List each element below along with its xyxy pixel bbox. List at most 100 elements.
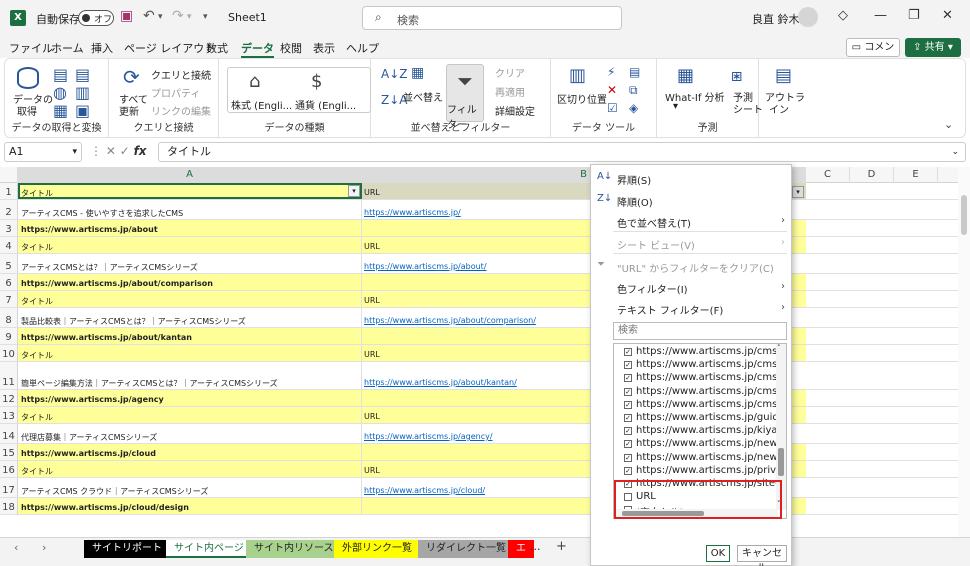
- column-header-a[interactable]: A: [18, 167, 362, 183]
- text-filter-item[interactable]: テキスト フィルター(F): [617, 302, 723, 317]
- checkbox[interactable]: ✓: [624, 414, 632, 422]
- select-all-corner[interactable]: [0, 167, 18, 183]
- name-box[interactable]: A1 ▾: [4, 142, 82, 162]
- list-item[interactable]: ✓ https://www.artiscms.jp/guide/: [614, 412, 786, 425]
- sheet-tab[interactable]: リダイレクト一覧: [418, 540, 514, 558]
- checkbox[interactable]: ✓: [624, 453, 632, 462]
- column-header-e[interactable]: E: [894, 167, 938, 183]
- checkbox[interactable]: ✓: [624, 361, 632, 370]
- tab-view[interactable]: 表示: [313, 40, 335, 56]
- filter-search-input[interactable]: 検索: [613, 322, 787, 340]
- sort-ascending-item[interactable]: 昇順(S): [617, 172, 651, 187]
- cell-a[interactable]: タイトル: [18, 291, 362, 307]
- clear-button[interactable]: クリア: [495, 65, 525, 80]
- search-box[interactable]: ⌕ 検索: [362, 6, 622, 30]
- more-sheets-icon[interactable]: ...: [530, 540, 541, 553]
- from-picture-icon[interactable]: ▣: [75, 101, 90, 120]
- recent-sources-icon[interactable]: ▤: [75, 65, 90, 84]
- list-item[interactable]: ✓ https://www.artiscms.jp/kiyaku: [614, 425, 786, 438]
- undo-icon[interactable]: ↶: [143, 8, 155, 24]
- sort-az-icon[interactable]: A↓Z: [381, 67, 407, 81]
- vertical-scrollbar[interactable]: [958, 167, 970, 537]
- cell-a[interactable]: タイトル: [18, 461, 362, 477]
- sheet-grid[interactable]: 1 タイトル URL ▾ 2 アーティスCMS - 使いやすさを追求したCMS https:…: [0, 183, 960, 535]
- row-number[interactable]: 17: [0, 478, 18, 497]
- scroll-thumb[interactable]: [961, 195, 967, 235]
- tab-formulas[interactable]: 数式: [206, 40, 228, 56]
- filter-button[interactable]: ⏷ フィルター: [446, 64, 484, 131]
- sort-descending-item[interactable]: 降順(O): [617, 194, 653, 209]
- sort-by-color-item[interactable]: 色で並べ替え(T): [617, 215, 691, 230]
- stocks-button[interactable]: 株式 (Engli...: [231, 97, 292, 112]
- undo-dropdown-icon[interactable]: ▾: [158, 12, 163, 22]
- ok-button[interactable]: OK: [706, 545, 730, 562]
- list-item[interactable]: ✓ https://www.artiscms.jp/cms3/: [614, 372, 786, 385]
- reapply-button[interactable]: 再適用: [495, 84, 525, 99]
- cell-a[interactable]: タイトル: [18, 407, 362, 423]
- checkbox[interactable]: ✓: [624, 387, 632, 396]
- relationships-icon[interactable]: ⧉: [629, 83, 638, 98]
- close-icon[interactable]: ✕: [942, 8, 953, 23]
- row-number[interactable]: 13: [0, 407, 18, 423]
- chevron-down-icon[interactable]: ⌄: [944, 118, 953, 131]
- clear-filter-item[interactable]: "URL" からフィルターをクリア(C): [617, 260, 774, 275]
- sheet-tab[interactable]: 外部リンク一覧: [334, 540, 420, 558]
- tab-review[interactable]: 校閲: [280, 40, 302, 56]
- sheet-view-item[interactable]: シート ビュー(V): [617, 237, 695, 252]
- row-number[interactable]: 16: [0, 461, 18, 477]
- existing-connections-icon[interactable]: ▥: [75, 83, 90, 102]
- row-number[interactable]: 7: [0, 291, 18, 307]
- list-item[interactable]: ✓ https://www.artiscms.jp/cms3/: [614, 359, 786, 372]
- redo-icon[interactable]: ↷: [172, 8, 184, 24]
- diamond-icon[interactable]: ◇: [838, 8, 848, 23]
- row-number[interactable]: 5: [0, 254, 18, 273]
- prev-sheet-icon[interactable]: ‹: [14, 541, 18, 554]
- formula-input[interactable]: タイトル ⌄: [158, 142, 966, 162]
- remove-duplicates-icon[interactable]: ✕: [607, 83, 617, 97]
- customize-qat-icon[interactable]: ▾: [203, 12, 208, 22]
- refresh-icon[interactable]: ⟳: [123, 65, 140, 89]
- cancel-button[interactable]: キャンセル: [737, 545, 787, 566]
- tab-insert[interactable]: 挿入: [91, 40, 113, 56]
- list-item[interactable]: ✓ https://www.artiscms.jp/news/: [614, 452, 786, 465]
- row-number[interactable]: 6: [0, 274, 18, 290]
- sheet-tab[interactable]: サイト内ページ: [166, 540, 252, 558]
- row-number[interactable]: 4: [0, 237, 18, 253]
- cell-a[interactable]: https://www.artiscms.jp/agency: [18, 390, 362, 406]
- advanced-button[interactable]: 詳細設定: [495, 103, 535, 118]
- scroll-up-icon[interactable]: ˄: [777, 344, 781, 352]
- filter-dropdown-button-a[interactable]: ▾: [348, 185, 360, 197]
- share-button[interactable]: ⇪ 共有 ▾: [905, 38, 961, 57]
- from-table-icon[interactable]: ▦: [53, 101, 68, 120]
- refresh-all-button-line2[interactable]: 更新: [119, 103, 139, 118]
- cell-a[interactable]: タイトル: [18, 237, 362, 253]
- get-data-button-line2[interactable]: 取得: [17, 103, 37, 118]
- from-web-icon[interactable]: ◍: [53, 83, 67, 102]
- properties-button[interactable]: プロパティ: [151, 85, 200, 100]
- cell-a[interactable]: タイトル: [18, 183, 362, 199]
- color-filter-item[interactable]: 色フィルター(I): [617, 281, 688, 296]
- tab-help[interactable]: ヘルプ: [346, 40, 379, 56]
- checkbox[interactable]: ✓: [624, 348, 632, 356]
- cell-a[interactable]: タイトル: [18, 345, 362, 361]
- cell-a[interactable]: 代理店募集｜アーティスCMSシリーズ: [18, 424, 362, 443]
- cell-a[interactable]: アーティスCMS クラウド｜アーティスCMSシリーズ: [18, 478, 362, 497]
- queries-connections-button[interactable]: クエリと接続: [151, 67, 211, 82]
- row-number[interactable]: 12: [0, 390, 18, 406]
- sheet-tab[interactable]: サイトリポート: [84, 540, 170, 558]
- cell-a[interactable]: アーティスCMS - 使いやすさを追求したCMS: [18, 200, 362, 219]
- checkbox[interactable]: ✓: [624, 440, 632, 449]
- checkbox[interactable]: ✓: [624, 466, 632, 475]
- flash-fill-icon[interactable]: ⚡: [607, 65, 615, 79]
- list-item[interactable]: ✓ https://www.artiscms.jp/cms3/: [614, 399, 786, 412]
- avatar[interactable]: [798, 7, 818, 27]
- row-number[interactable]: 10: [0, 345, 18, 361]
- data-model-icon[interactable]: ◈: [629, 101, 638, 115]
- tab-data[interactable]: データ: [241, 40, 274, 58]
- filter-dropdown-button-b[interactable]: ▾: [792, 186, 804, 198]
- text-to-columns-button[interactable]: 区切り位置: [557, 91, 607, 106]
- checkbox[interactable]: ✓: [624, 427, 632, 436]
- list-scroll-thumb[interactable]: [778, 448, 784, 476]
- column-header-c[interactable]: C: [806, 167, 850, 183]
- save-icon[interactable]: ▣: [120, 8, 133, 24]
